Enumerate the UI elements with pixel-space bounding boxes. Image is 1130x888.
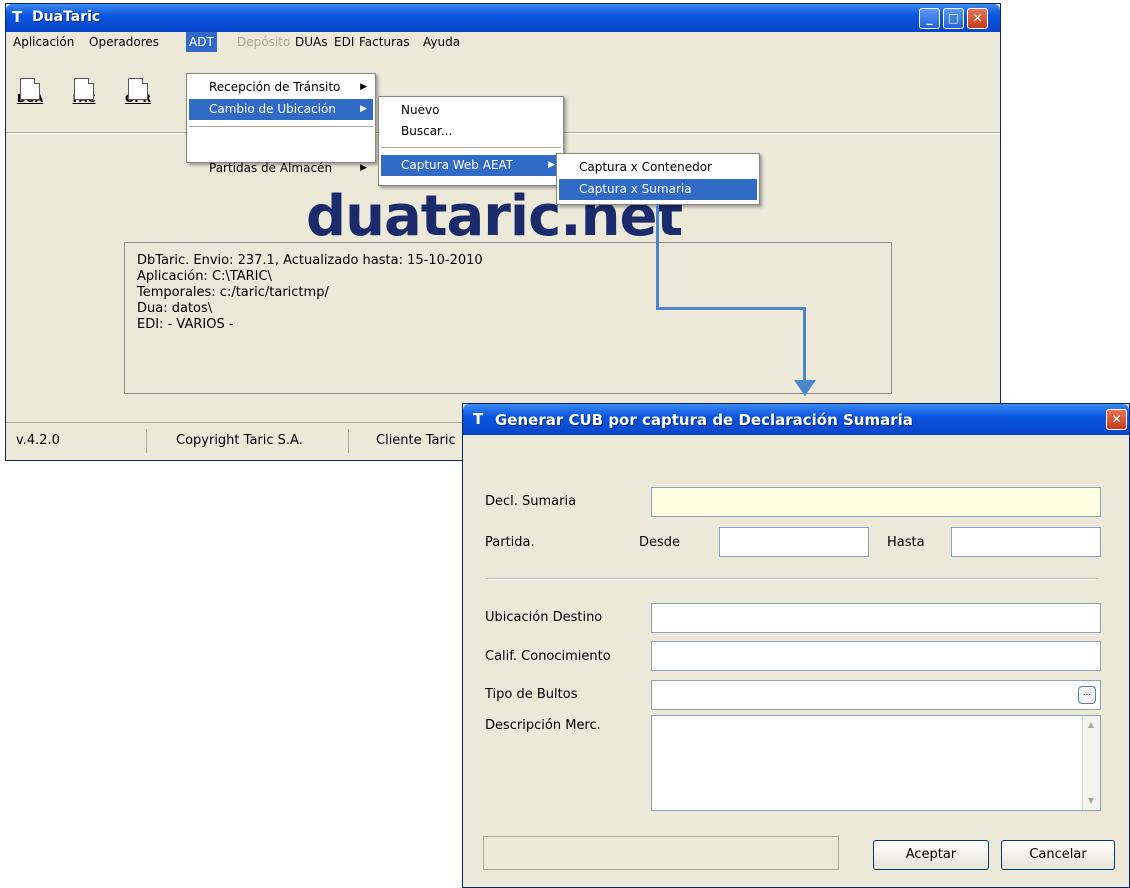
menu-operadores[interactable]: Operadores [86, 32, 162, 52]
info-line: EDI: - VARIOS - [137, 317, 234, 332]
close-icon[interactable]: ✕ [967, 8, 988, 29]
partida-label: Partida. [485, 535, 535, 550]
adt-menu: Recepción de Tránsito ▶ Cambio de Ubicaci… [186, 73, 376, 175]
menu-item-recepcion-transito[interactable]: Recepción de Tránsito ▶ [189, 77, 373, 98]
ubicacion-destino-input[interactable] [651, 603, 1101, 633]
menu-deposito[interactable]: Depósito [234, 32, 293, 52]
menu-adt[interactable]: ADT [186, 32, 217, 52]
aceptar-button[interactable]: Aceptar [873, 840, 989, 870]
menu-item-label: Cambio de Ubicación [209, 102, 336, 116]
decl-sumaria-label: Decl. Sumaria [485, 494, 577, 509]
main-title-bar[interactable]: T DuaTaric _ □ ✕ [6, 4, 1000, 32]
captura-web-submenu: Captura x Contenedor Captura x Sumaria [556, 153, 760, 205]
info-line: DbTaric. Envio: 237.1, Actualizado hasta… [137, 253, 483, 268]
calif-conocimiento-input[interactable] [651, 641, 1101, 671]
submenu-arrow-icon: ▶ [548, 160, 555, 170]
menu-aplicacion[interactable]: Aplicación [10, 32, 77, 52]
tipo-bultos-label: Tipo de Bultos [485, 687, 578, 702]
form-divider [485, 578, 1099, 580]
main-window: T DuaTaric _ □ ✕ Aplicación Operadores A… [5, 3, 1001, 461]
menu-facturas[interactable]: Facturas [356, 32, 413, 52]
document-icon [128, 78, 148, 100]
menu-item-captura-contenedor[interactable]: Captura x Contenedor [559, 157, 757, 178]
menu-item-nuevo[interactable]: Nuevo [381, 100, 561, 121]
hasta-input[interactable] [951, 527, 1101, 557]
minimize-icon[interactable]: _ [919, 8, 940, 29]
submenu-arrow-icon: ▶ [360, 104, 367, 114]
status-divider [146, 429, 147, 453]
toolbar-dua-button[interactable]: DUA [16, 78, 44, 110]
status-version: v.4.2.0 [16, 433, 60, 448]
document-icon [74, 78, 94, 100]
app-icon: T [473, 410, 484, 428]
scrollbar[interactable]: ▲ ▼ [1082, 716, 1100, 810]
toolbar-fac-button[interactable]: FAC [70, 78, 98, 110]
connector-line [803, 307, 806, 387]
menu-item-buscar[interactable]: Buscar... [381, 121, 561, 142]
cancelar-button[interactable]: Cancelar [1001, 840, 1115, 870]
menu-separator [381, 147, 561, 148]
status-client: Cliente Taric [376, 433, 456, 448]
generar-cub-dialog: T Generar CUB por captura de Declaración… [462, 403, 1130, 888]
desde-input[interactable] [719, 527, 869, 557]
calif-conocimiento-label: Calif. Conocimiento [485, 649, 611, 664]
info-line: Aplicación: C:\TARIC\ [137, 269, 272, 284]
scroll-down-icon[interactable]: ▼ [1084, 794, 1098, 808]
tipo-bultos-input[interactable]: ... [651, 680, 1101, 710]
main-window-title: DuaTaric [32, 9, 101, 25]
connector-line [656, 204, 659, 310]
menu-item-partidas-almacen[interactable]: Partidas de Almacén ▶ [189, 158, 373, 179]
info-line: Temporales: c:/taric/tarictmp/ [137, 285, 329, 300]
descripcion-merc-label: Descripción Merc. [485, 718, 601, 733]
status-divider [348, 429, 349, 453]
submenu-arrow-icon: ▶ [360, 163, 367, 173]
menu-item-captura-sumaria[interactable]: Captura x Sumaria [559, 179, 757, 200]
menu-bar: Aplicación Operadores ADT Depósito DUAs … [6, 32, 1000, 52]
connector-line [656, 307, 806, 310]
dialog-status-field [483, 836, 839, 870]
info-box: DbTaric. Envio: 237.1, Actualizado hasta… [124, 242, 892, 394]
maximize-icon[interactable]: □ [943, 8, 964, 29]
arrow-down-icon [794, 380, 816, 396]
descripcion-merc-textarea[interactable]: ▲ ▼ [651, 715, 1101, 811]
decl-sumaria-input[interactable] [651, 487, 1101, 517]
desde-label: Desde [639, 535, 681, 550]
hasta-label: Hasta [887, 535, 925, 550]
app-icon: T [12, 8, 23, 26]
dialog-title: Generar CUB por captura de Declaración S… [495, 411, 913, 429]
submenu-arrow-icon: ▶ [360, 82, 367, 92]
menu-separator [189, 126, 373, 127]
menu-duas[interactable]: DUAs [292, 32, 330, 52]
menu-ayuda[interactable]: Ayuda [420, 32, 463, 52]
ellipsis-button[interactable]: ... [1078, 686, 1096, 704]
close-icon[interactable]: ✕ [1106, 409, 1127, 430]
cambio-ubicacion-submenu: Nuevo Buscar... Captura Web AEAT ▶ [378, 96, 564, 186]
ubicacion-destino-label: Ubicación Destino [485, 610, 603, 625]
toolbar-opr-button[interactable]: OPR [124, 78, 152, 110]
menu-edi[interactable]: EDI [331, 32, 357, 52]
menu-item-cambio-ubicacion[interactable]: Cambio de Ubicación ▶ [189, 99, 373, 120]
document-icon [20, 78, 40, 100]
scroll-up-icon[interactable]: ▲ [1084, 718, 1098, 732]
menu-item-label: Recepción de Tránsito [209, 80, 341, 94]
menu-item-label: Partidas de Almacén [209, 161, 333, 175]
status-copyright: Copyright Taric S.A. [176, 433, 303, 448]
menu-item-label: Captura Web AEAT [401, 158, 514, 172]
menu-item-captura-web-aeat[interactable]: Captura Web AEAT ▶ [381, 155, 561, 176]
dialog-title-bar[interactable]: T Generar CUB por captura de Declaración… [463, 404, 1129, 435]
